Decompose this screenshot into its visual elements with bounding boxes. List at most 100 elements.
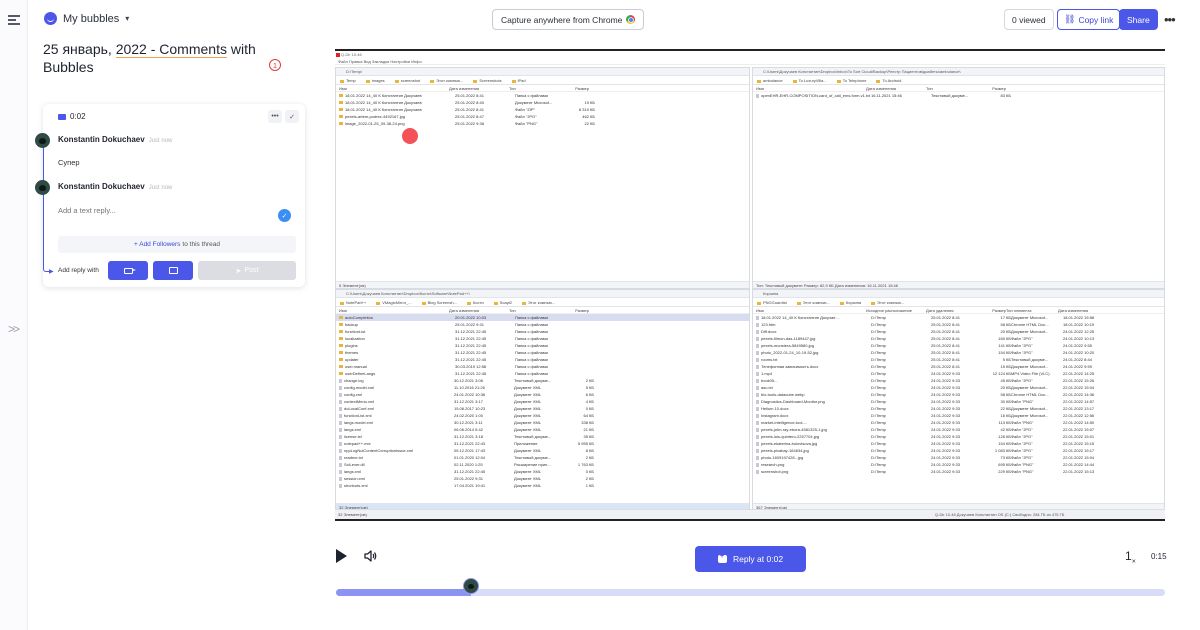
pane-tabs: Temp images screenshot Этот компью... Screen…	[336, 76, 749, 85]
pane-tab: ambulance	[757, 78, 783, 83]
file-cell: 1 083 КБ	[994, 448, 1011, 453]
comment-count-badge[interactable]: 1	[269, 59, 281, 71]
file-cell: Документ Microsof...	[1011, 364, 1049, 369]
thread-more-icon[interactable]: •••	[268, 110, 282, 123]
file-cell: Файл "JPG"	[1011, 336, 1033, 341]
file-cell: 160 КБ	[998, 336, 1011, 341]
file-cell: 22.01.2022 15:07	[1063, 427, 1095, 432]
file-cell: 24.01.2022 9:33	[931, 455, 960, 460]
file-cell: 2 КБ	[585, 455, 594, 460]
recording-cursor	[402, 128, 418, 144]
comment-author: Konstantin Dokuchaev Just now	[58, 182, 172, 191]
file-list: 18.01.2022 14_40 К Константин Докучае...…	[753, 314, 1164, 475]
thread-timestamp[interactable]: 0:02	[58, 112, 86, 121]
file-cell: 31.12.2021 22:43	[454, 441, 486, 446]
reply-at-time-button[interactable]: Reply at 0:02	[695, 546, 806, 572]
file-cell: Файл "PNG"	[1011, 420, 1034, 425]
file-row: pexels-monstera-5849580.jpg D:\Temp 25.01.…	[753, 342, 1164, 349]
file-cell: Папка с файлами	[515, 364, 548, 369]
file-cell: langs.xml	[344, 469, 361, 474]
copy-link-button[interactable]: ⛓ Copy link	[1057, 9, 1121, 30]
file-row: SciLexer.dll 02.11.2020 1:25 Расширение пр…	[336, 461, 749, 468]
thread-arrow-icon: ▶	[49, 269, 54, 275]
chrome-icon	[626, 15, 636, 24]
file-row: pexels-pixabay-164634.jpg D:\Temp 24.01.20…	[753, 447, 1164, 454]
file-cell: 22.01.2022 15:04	[1063, 455, 1095, 460]
pane-tab: Screenshots	[473, 78, 501, 83]
file-cell: backup	[345, 322, 358, 327]
file-cell: 15 КБ	[1000, 364, 1011, 369]
thread-actions: ••• ✓	[268, 110, 299, 123]
file-cell: Документ XML	[514, 476, 542, 481]
play-icon[interactable]	[336, 549, 347, 563]
image-reply-button[interactable]	[153, 261, 193, 280]
progress-bar[interactable]	[336, 589, 1165, 596]
file-cell: 22.01.2022 15:13	[1063, 469, 1095, 474]
column-header: Дата изменения	[1058, 308, 1089, 313]
file-cell: Текстовый докуме...	[514, 378, 552, 383]
file-cell: Документ XML	[514, 399, 542, 404]
copy-link-label: Copy link	[1078, 14, 1114, 25]
file-cell: D:\Temp	[871, 420, 886, 425]
comment-author: Konstantin Dokuchaev Just now	[58, 135, 172, 144]
viewed-count-button[interactable]: 0 viewed	[1004, 9, 1054, 30]
file-row: pexels-john-ray-ebora-4581325-1.jpg D:\Te…	[753, 426, 1164, 433]
file-cell: 25.01.2022 9:31	[455, 322, 484, 327]
column-header: Тип	[926, 86, 933, 91]
file-list: openEHR-EHR-COMPOSITION.card_of_call_ems…	[753, 92, 1164, 99]
duration-label: 0:15	[1151, 552, 1167, 561]
title-prefix: 25 январь,	[43, 41, 116, 57]
workspace-label: My bubbles	[63, 12, 120, 25]
file-cell: 5 КБ	[585, 385, 594, 390]
file-cell: 141 КБ	[998, 343, 1011, 348]
file-list: 18.01.2022 14_40 К Константин Докучаев 25…	[336, 92, 749, 127]
workspace-switcher[interactable]: My bubbles ▾	[44, 12, 129, 25]
file-cell: D:\Temp	[871, 322, 886, 327]
file-cell: 2 КБ	[585, 378, 594, 383]
add-followers-button[interactable]: + Add Followers to this thread	[58, 236, 296, 253]
file-cell: Документ Microsof...	[1011, 315, 1049, 320]
file-cell: 20 КБ	[1000, 385, 1011, 390]
expand-sidebar-icon[interactable]: >>	[8, 322, 20, 336]
file-cell: Текстовый докуме...	[1011, 357, 1049, 362]
video-reply-button[interactable]	[108, 261, 148, 280]
speed-value: 1	[1125, 549, 1132, 563]
playback-speed-button[interactable]: 1×	[1125, 549, 1136, 565]
resolve-check-icon[interactable]: ✓	[285, 110, 299, 123]
file-cell: 154 КБ	[998, 441, 1011, 446]
add-followers-link[interactable]: + Add Followers	[134, 241, 180, 248]
file-cell: contextMenu.xml	[344, 399, 375, 404]
video-player[interactable]: Q-Dir 10.46 Файл Правка Вид Закладки Нас…	[335, 49, 1165, 521]
file-cell: D:\Temp	[871, 406, 886, 411]
share-label: Share	[1127, 14, 1150, 25]
comment-marker-avatar[interactable]	[463, 578, 479, 594]
comment-text: Супер	[58, 158, 80, 167]
file-cell: Документ XML	[514, 427, 542, 432]
volume-icon[interactable]	[363, 549, 377, 563]
file-cell: Файл "JPG"	[1011, 378, 1033, 383]
file-cell: D:\Temp	[871, 336, 886, 341]
send-icon: ➤	[235, 267, 242, 275]
share-button[interactable]: Share	[1119, 9, 1158, 30]
text-reply-input[interactable]	[58, 206, 238, 215]
pane-tab: Этот компью...	[797, 300, 830, 305]
pane-tab: Этот компью...	[522, 300, 555, 305]
file-row: pexels-artem-podrez-4492167.jpg 25.01.202…	[336, 113, 749, 120]
file-cell: 18.01.2022 14_40 К Константин Докучаев	[345, 107, 422, 112]
file-cell: 31.12.2021 22:45	[455, 357, 487, 362]
file-cell: 18.01.2022 14_40 К Константин Докучаев	[345, 93, 422, 98]
file-cell: 22.01.2022 13:17	[1063, 406, 1095, 411]
file-cell: 18.01.2022 10:19	[1063, 322, 1095, 327]
capture-chrome-button[interactable]: Capture anywhere from Chrome	[492, 9, 645, 30]
reply-at-label: Reply at 0:02	[732, 554, 784, 564]
post-button[interactable]: ➤ Post	[198, 261, 296, 280]
page-title[interactable]: 25 январь, 2022 - Comments with Bubbles	[43, 40, 283, 76]
file-row: image_2022-01-25_09-38-24.png 25.01.2022 …	[336, 120, 749, 127]
more-options-icon[interactable]: •••	[1164, 12, 1176, 27]
submit-reply-icon[interactable]: ✓	[278, 209, 291, 222]
menu-icon[interactable]	[8, 15, 20, 25]
file-cell: 19 КБ	[584, 100, 595, 105]
file-row: Instagram.docx D:\Temp 24.01.2022 9:33 16 К…	[753, 412, 1164, 419]
file-cell: 21 КБ	[583, 427, 594, 432]
file-cell: Документ Microsof...	[1011, 413, 1049, 418]
